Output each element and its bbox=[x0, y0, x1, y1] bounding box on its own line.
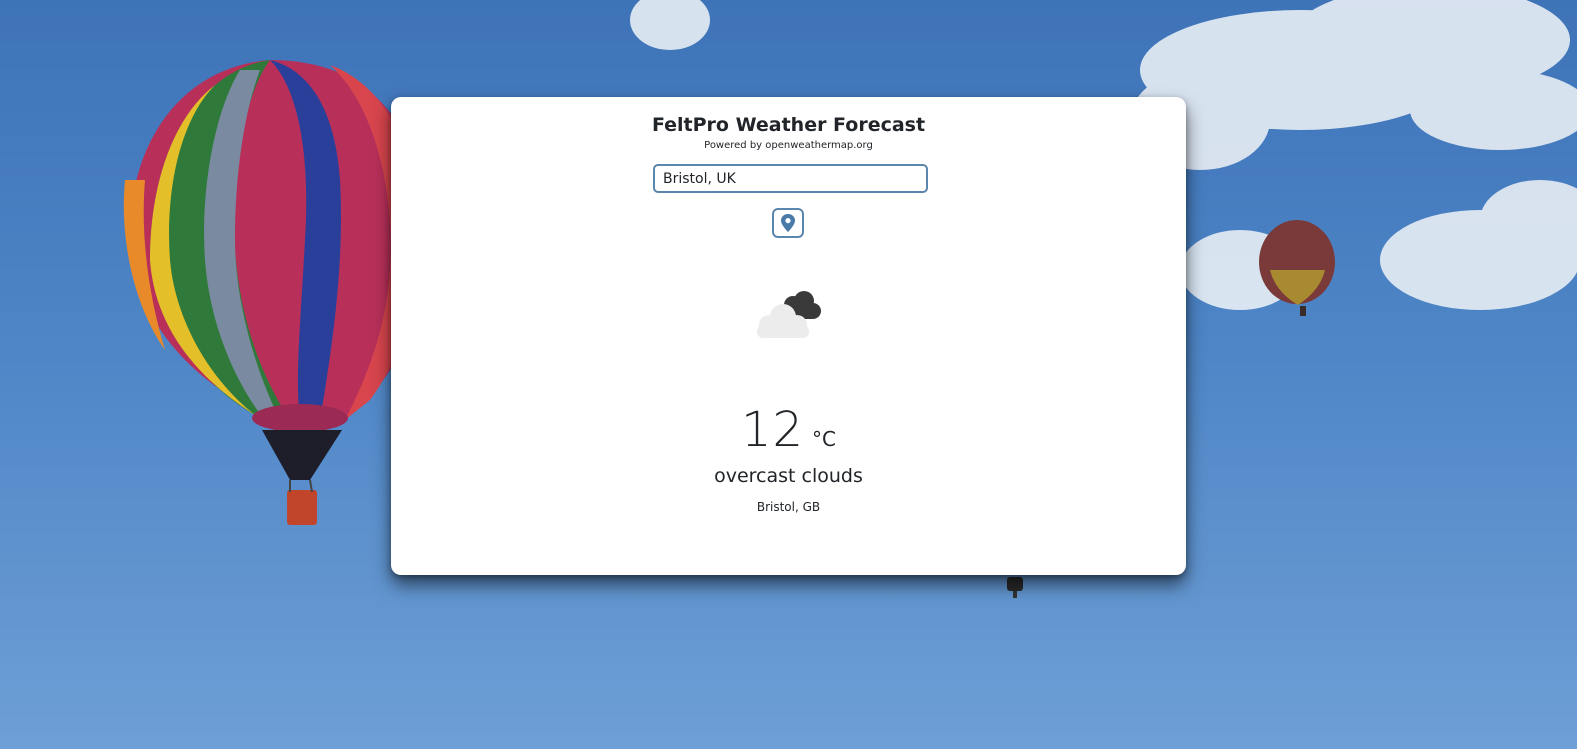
overcast-clouds-icon bbox=[757, 291, 821, 338]
temperature-unit: °C bbox=[812, 427, 837, 451]
map-pin-icon bbox=[781, 214, 795, 232]
temperature-value: 12 bbox=[740, 402, 805, 458]
current-location-button[interactable] bbox=[772, 208, 804, 238]
weather-card: FeltPro Weather Forecast Powered by open… bbox=[391, 97, 1186, 575]
temperature-display: 12 °C bbox=[391, 402, 1186, 458]
location-search-input[interactable] bbox=[653, 164, 928, 193]
page-subtitle: Powered by openweathermap.org bbox=[704, 140, 873, 151]
page-title: FeltPro Weather Forecast bbox=[651, 114, 926, 136]
location-name: Bristol, GB bbox=[756, 500, 821, 514]
weather-description: overcast clouds bbox=[714, 465, 863, 487]
